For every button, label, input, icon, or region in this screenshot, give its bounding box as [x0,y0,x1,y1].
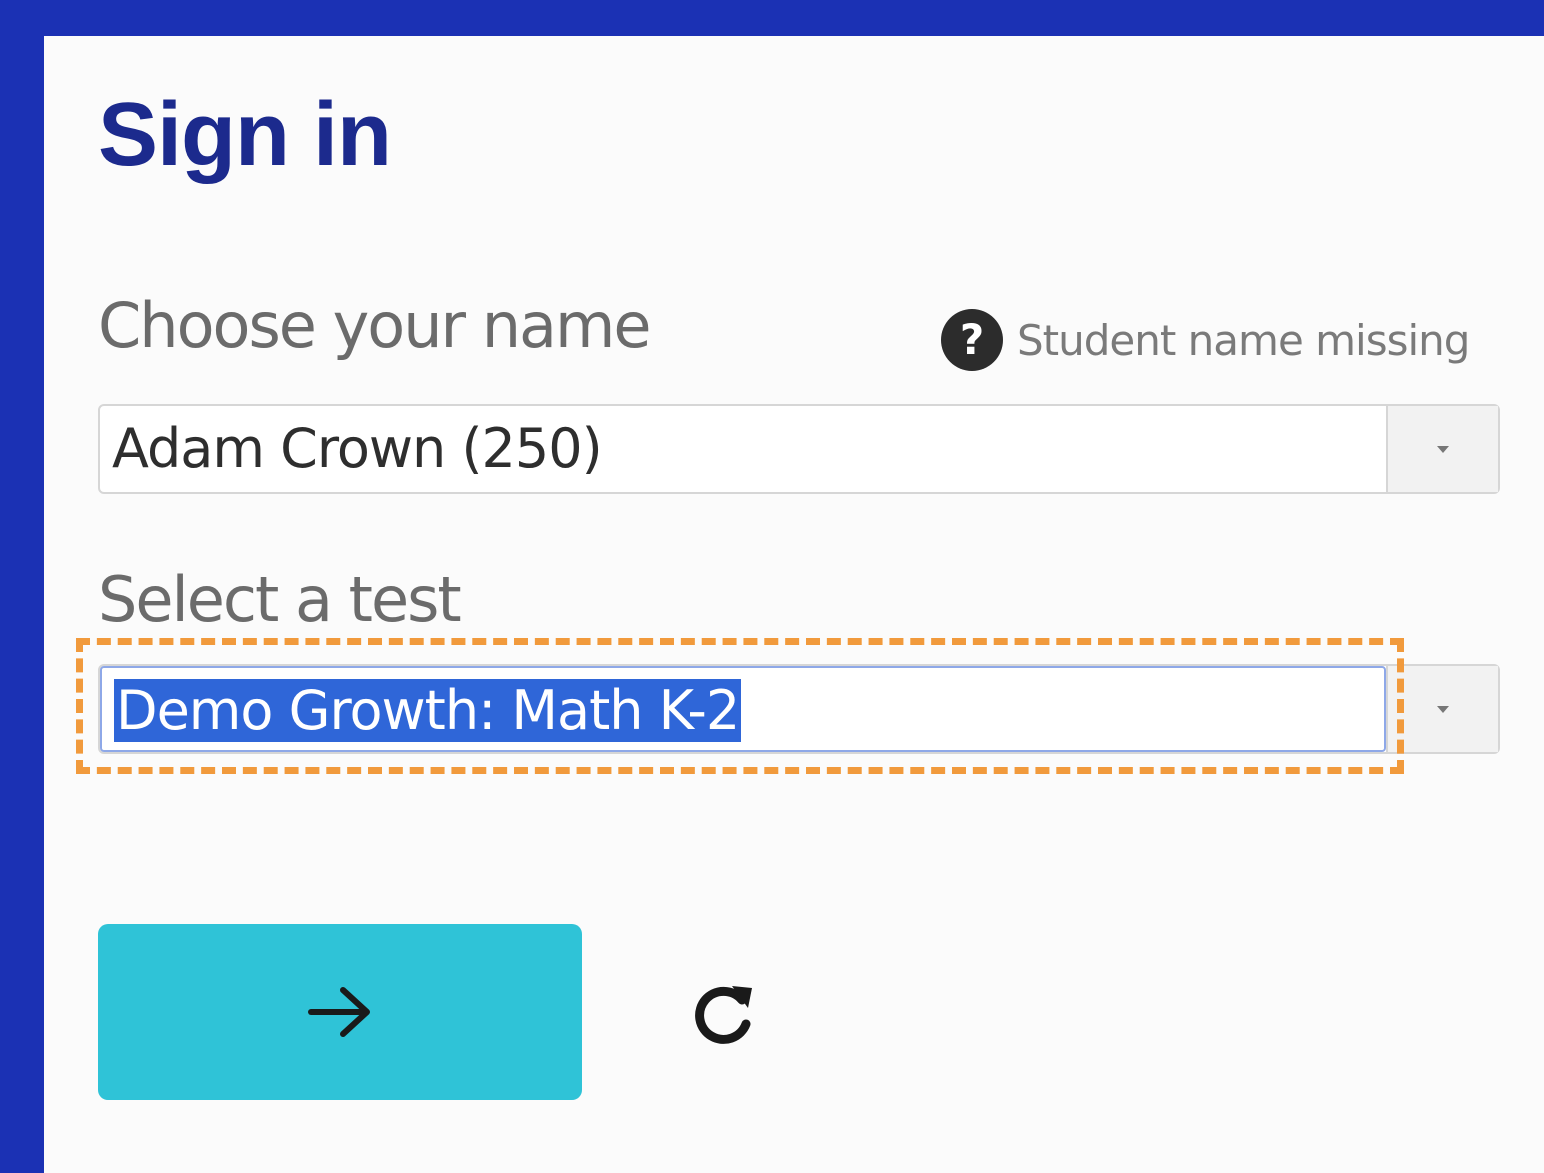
name-dropdown-toggle[interactable] [1386,406,1498,492]
caret-down-icon [1437,445,1449,453]
refresh-button[interactable] [684,976,764,1056]
selected-text: Demo Growth: Math K-2 [114,679,742,742]
test-select[interactable]: Demo Growth: Math K-2 [98,664,1500,754]
caret-down-icon [1437,705,1449,713]
name-select-value: Adam Crown (250) [112,417,603,480]
student-name-missing-link[interactable]: ? Student name missing [941,309,1470,371]
page-title: Sign in [98,85,392,185]
test-select-value: Demo Growth: Math K-2 [114,668,742,754]
question-circle-icon: ? [941,309,1003,371]
sign-in-panel: Sign in Choose your name ? Student name … [44,36,1544,1173]
test-select-input[interactable]: Demo Growth: Math K-2 [100,666,1386,752]
test-dropdown-toggle[interactable] [1386,666,1498,752]
next-button[interactable] [98,924,582,1100]
help-text: Student name missing [1017,315,1470,365]
name-select[interactable]: Adam Crown (250) [98,404,1500,494]
arrow-right-icon [308,987,370,1037]
choose-name-label: Choose your name [98,289,652,362]
refresh-icon [695,986,752,1044]
select-test-label: Select a test [98,563,462,636]
